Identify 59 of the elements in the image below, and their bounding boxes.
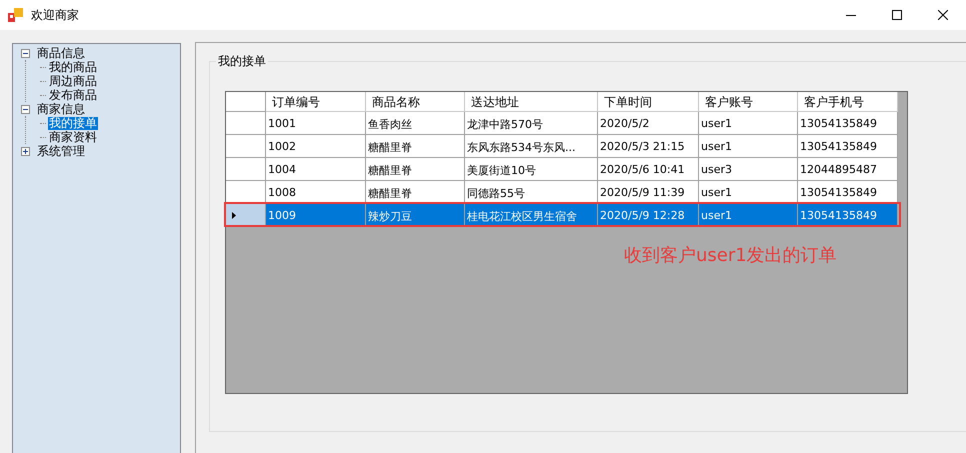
table-cell: user1 (699, 181, 798, 204)
annotation-text: 收到客户user1发出的订单 (624, 244, 837, 267)
collapse-icon[interactable] (21, 48, 30, 58)
table-cell: 1001 (266, 112, 366, 135)
tree-item[interactable]: 周边商品 (48, 74, 98, 88)
table-cell: 桂电花江校区男生宿舍 (465, 204, 598, 227)
table-cell: 13054135849 (798, 181, 898, 204)
tree-item[interactable]: 商家信息 (36, 102, 86, 116)
table-cell: 13054135849 (798, 204, 898, 227)
table-cell: 东风东路534号东风... (465, 135, 598, 158)
table-cell: 鱼香肉丝 (366, 112, 465, 135)
row-header[interactable] (226, 181, 266, 204)
tree-item[interactable]: 我的商品 (48, 60, 98, 74)
collapse-icon[interactable] (21, 104, 30, 114)
window-title: 欢迎商家 (31, 6, 80, 24)
app-icon (8, 7, 24, 23)
column-header[interactable]: 客户手机号 (798, 92, 898, 112)
table-cell: user1 (699, 135, 798, 158)
table-cell: 1009 (266, 204, 366, 227)
table-cell: 美厦街道10号 (465, 158, 598, 181)
table-cell: 1002 (266, 135, 366, 158)
table-cell: 2020/5/9 11:39 (598, 181, 699, 204)
table-cell: 1008 (266, 181, 366, 204)
column-header[interactable]: 商品名称 (366, 92, 465, 112)
table-cell: 12044895487 (798, 158, 898, 181)
table-cell: 2020/5/2 (598, 112, 699, 135)
table-cell: 2020/5/9 12:28 (598, 204, 699, 227)
close-icon[interactable] (938, 10, 948, 20)
column-header[interactable]: 客户账号 (699, 92, 798, 112)
column-header[interactable]: 下单时间 (598, 92, 699, 112)
row-header[interactable] (226, 135, 266, 158)
table-cell: user1 (699, 204, 798, 227)
table-cell: user3 (699, 158, 798, 181)
table-cell: 辣炒刀豆 (366, 204, 465, 227)
tree-item[interactable]: 系统管理 (36, 144, 86, 158)
column-header[interactable]: 订单编号 (266, 92, 366, 112)
expand-icon[interactable] (21, 146, 30, 156)
tree-item[interactable]: 商家资料 (48, 130, 98, 144)
current-row-icon (232, 212, 236, 218)
row-header[interactable] (226, 158, 266, 181)
table-cell: 13054135849 (798, 135, 898, 158)
table-cell: 2020/5/3 21:15 (598, 135, 699, 158)
tree-item[interactable]: 我的接单 (48, 116, 98, 130)
row-header[interactable] (226, 204, 266, 227)
table-cell: 糖醋里脊 (366, 135, 465, 158)
table-cell: 糖醋里脊 (366, 158, 465, 181)
table-cell: 13054135849 (798, 112, 898, 135)
table-cell: user1 (699, 112, 798, 135)
table-cell: 2020/5/6 10:41 (598, 158, 699, 181)
tree-item[interactable]: 发布商品 (48, 88, 98, 102)
table-cell: 龙津中路570号 (465, 112, 598, 135)
table-cell: 1004 (266, 158, 366, 181)
table-cell: 同德路55号 (465, 181, 598, 204)
column-header[interactable]: 送达地址 (465, 92, 598, 112)
table-cell: 糖醋里脊 (366, 181, 465, 204)
group-title: 我的接单 (216, 53, 268, 70)
tree-item[interactable]: 商品信息 (36, 46, 86, 60)
row-header[interactable] (226, 112, 266, 135)
maximize-icon[interactable] (892, 10, 902, 20)
